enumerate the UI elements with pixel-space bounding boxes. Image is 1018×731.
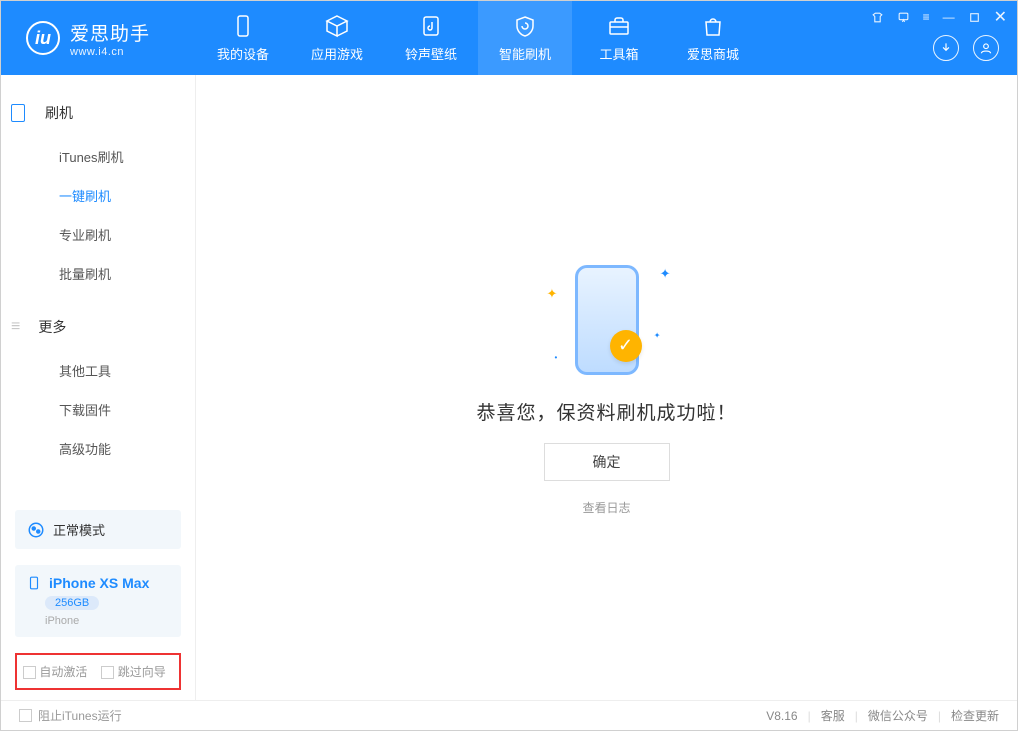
success-illustration: ✦✦✦• ✓ — [547, 260, 667, 380]
success-message: 恭喜您，保资料刷机成功啦！ — [476, 398, 736, 425]
bag-icon — [701, 14, 725, 38]
phone-icon — [27, 576, 41, 590]
brand-name: 爱思助手 — [70, 19, 150, 46]
music-file-icon — [419, 14, 443, 38]
brand-logo-icon: iu — [26, 21, 60, 55]
mode-card[interactable]: 正常模式 — [15, 510, 181, 549]
feedback-icon[interactable] — [897, 11, 910, 24]
sidebar-item-adv[interactable]: 高级功能 — [1, 429, 195, 468]
sidebar-item-batch[interactable]: 批量刷机 — [1, 254, 195, 293]
phone-illustration-icon: ✓ — [575, 265, 639, 375]
sidebar-group-flash: 刷机 — [1, 97, 195, 129]
tab-store[interactable]: 爱思商城 — [666, 1, 760, 75]
tshirt-icon[interactable] — [871, 11, 884, 24]
device-type: iPhone — [45, 615, 79, 627]
brand-url: www.i4.cn — [70, 46, 150, 58]
sidebar-item-pro[interactable]: 专业刷机 — [1, 215, 195, 254]
main-content: ✦✦✦• ✓ 恭喜您，保资料刷机成功啦！ 确定 查看日志 — [196, 75, 1017, 700]
sidebar-item-onekey[interactable]: 一键刷机 — [1, 176, 195, 215]
user-icon — [979, 41, 993, 55]
maximize-button[interactable] — [968, 11, 981, 24]
minimize-button[interactable]: — — [943, 10, 955, 24]
device-storage: 256GB — [45, 596, 99, 610]
window-controls: ≡ — ✕ — [871, 7, 1007, 27]
tab-ringtone[interactable]: 铃声壁纸 — [384, 1, 478, 75]
download-button[interactable] — [933, 35, 959, 61]
mode-label: 正常模式 — [53, 520, 105, 539]
shield-refresh-icon — [513, 14, 537, 38]
check-badge-icon: ✓ — [610, 330, 642, 362]
view-log-link[interactable]: 查看日志 — [582, 499, 630, 516]
close-button[interactable]: ✕ — [994, 7, 1007, 27]
update-link[interactable]: 检查更新 — [951, 707, 999, 724]
sidebar-item-itunes[interactable]: iTunes刷机 — [1, 137, 195, 176]
tab-my-device[interactable]: 我的设备 — [196, 1, 290, 75]
auto-activate-checkbox[interactable]: 自动激活 — [23, 663, 87, 680]
ok-button[interactable]: 确定 — [544, 443, 670, 481]
device-card[interactable]: iPhone XS Max 256GB iPhone — [15, 565, 181, 637]
menu-icon[interactable]: ≡ — [923, 10, 930, 24]
account-button[interactable] — [973, 35, 999, 61]
wechat-link[interactable]: 微信公众号 — [868, 707, 928, 724]
flash-options: 自动激活 跳过向导 — [15, 653, 181, 690]
main-tabs: 我的设备 应用游戏 铃声壁纸 智能刷机 工具箱 爱思商城 — [196, 1, 760, 75]
version-label: V8.16 — [766, 709, 797, 723]
status-bar: 阻止iTunes运行 V8.16 | 客服 | 微信公众号 | 检查更新 — [1, 700, 1017, 730]
sidebar-item-fw[interactable]: 下载固件 — [1, 390, 195, 429]
service-link[interactable]: 客服 — [821, 707, 845, 724]
cube-icon — [325, 14, 349, 38]
device-name-label: iPhone XS Max — [49, 575, 149, 591]
download-icon — [939, 41, 953, 55]
sidebar-group-more: 更多 — [1, 311, 195, 343]
brand: iu 爱思助手 www.i4.cn — [1, 1, 196, 75]
skip-guide-checkbox[interactable]: 跳过向导 — [101, 663, 165, 680]
mode-icon — [27, 521, 45, 539]
tab-flash[interactable]: 智能刷机 — [478, 1, 572, 75]
title-bar: iu 爱思助手 www.i4.cn 我的设备 应用游戏 铃声壁纸 智能刷机 工具… — [1, 1, 1017, 75]
sidebar: 刷机 iTunes刷机 一键刷机 专业刷机 批量刷机 更多 其他工具 下载固件 … — [1, 75, 196, 700]
sidebar-item-other[interactable]: 其他工具 — [1, 351, 195, 390]
tab-tools[interactable]: 工具箱 — [572, 1, 666, 75]
device-icon — [231, 14, 255, 38]
tab-apps[interactable]: 应用游戏 — [290, 1, 384, 75]
block-itunes-checkbox[interactable]: 阻止iTunes运行 — [19, 707, 122, 724]
toolbox-icon — [607, 14, 631, 38]
